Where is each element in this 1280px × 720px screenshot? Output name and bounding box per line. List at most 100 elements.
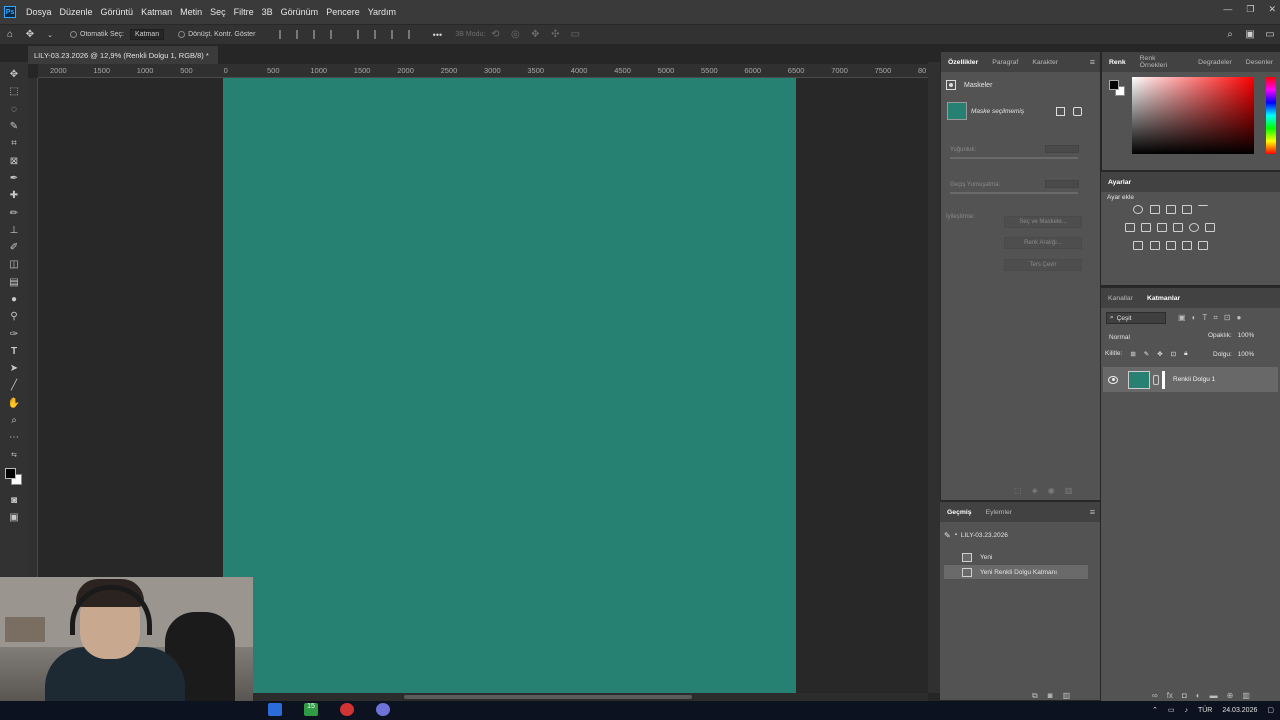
layer-mask-thumbnail[interactable] <box>1162 370 1165 389</box>
tab-channels[interactable]: Kanallar <box>1101 295 1140 302</box>
color-picker-field[interactable] <box>1132 77 1254 154</box>
align-top-icon[interactable] <box>357 30 366 39</box>
app-chat-icon[interactable]: 15 <box>304 703 318 716</box>
path-selection-tool-icon[interactable]: ➤ <box>6 360 22 377</box>
tab-properties[interactable]: Özellikler <box>941 59 985 66</box>
channel-mixer-icon[interactable] <box>1189 223 1199 232</box>
history-brush-tool-icon[interactable]: ✐ <box>6 239 22 256</box>
tab-history[interactable]: Geçmiş <box>940 509 979 516</box>
curves-icon[interactable] <box>1166 205 1176 214</box>
distribute-icon[interactable] <box>330 30 339 39</box>
show-transform-checkbox[interactable] <box>178 31 186 38</box>
notifications-icon[interactable]: ▢ <box>1267 706 1274 714</box>
layer-row[interactable]: Renkli Dolgu 1 <box>1103 367 1278 392</box>
dodge-tool-icon[interactable]: ⚲ <box>6 308 22 325</box>
new-adjustment-icon[interactable]: ◐ <box>1196 691 1201 700</box>
home-icon[interactable]: ⌂ <box>4 29 16 41</box>
lock-position-icon[interactable]: ✥ <box>1157 350 1162 358</box>
type-tool-icon[interactable]: T <box>6 343 22 360</box>
auto-select-checkbox[interactable] <box>70 31 77 38</box>
document-canvas[interactable] <box>223 78 796 693</box>
brightness-icon[interactable] <box>1133 205 1143 214</box>
lasso-tool-icon[interactable]: ◌ <box>6 101 22 118</box>
clone-stamp-tool-icon[interactable]: ⊥ <box>6 222 22 239</box>
horizontal-scrollbar-thumb[interactable] <box>404 695 692 699</box>
history-item-new[interactable]: Yeni <box>944 550 1088 564</box>
menu-edit[interactable]: Düzenle <box>56 7 97 17</box>
quick-mask-icon[interactable]: ◙ <box>6 492 22 509</box>
tab-patterns[interactable]: Desenler <box>1239 59 1280 66</box>
foreground-color-swatch[interactable] <box>1109 80 1119 90</box>
new-document-from-state-icon[interactable]: ⧉ <box>1032 691 1038 701</box>
eraser-tool-icon[interactable]: ◫ <box>6 256 22 273</box>
edit-toolbar-icon[interactable]: ⋯ <box>6 429 22 446</box>
foreground-color-swatch[interactable] <box>5 467 16 479</box>
restore-icon[interactable]: ❐ <box>1246 4 1254 15</box>
close-icon[interactable]: ✕ <box>1268 4 1276 15</box>
threshold-icon[interactable] <box>1166 241 1176 250</box>
share-icon[interactable]: ▭ <box>1264 29 1276 41</box>
lock-all-icon[interactable]: 🔒︎ <box>1184 350 1187 358</box>
history-snapshot[interactable]: ✎ ▪ LILY-03.23.2026 <box>944 528 1094 542</box>
menu-window[interactable]: Pencere <box>322 7 364 17</box>
filter-shape-icon[interactable]: ⌗ <box>1213 313 1218 323</box>
marquee-tool-icon[interactable]: ⬚ <box>6 83 22 100</box>
brush-tool-icon[interactable]: ✏ <box>6 204 22 221</box>
filter-adjustment-icon[interactable]: ◐ <box>1192 313 1197 323</box>
link-chain-icon[interactable] <box>1153 374 1159 385</box>
add-vector-mask-icon[interactable] <box>1073 107 1082 116</box>
menu-file[interactable]: Dosya <box>22 7 56 17</box>
history-item-new-fill-layer[interactable]: Yeni Renkli Dolgu Katmanı <box>944 565 1088 579</box>
invert-icon[interactable] <box>1133 241 1143 250</box>
link-layers-icon[interactable]: ∞ <box>1152 691 1158 700</box>
lock-image-icon[interactable]: ✎ <box>1144 350 1149 358</box>
hand-tool-icon[interactable]: ✋ <box>6 395 22 412</box>
align-bottom-icon[interactable] <box>391 30 400 39</box>
menu-type[interactable]: Metin <box>176 7 206 17</box>
add-pixel-mask-icon[interactable] <box>1056 107 1065 116</box>
layer-style-icon[interactable]: fx <box>1167 691 1173 700</box>
move-tool-icon[interactable]: ✥ <box>6 66 22 83</box>
clock-date[interactable]: 24.03.2026 <box>1222 707 1257 714</box>
frame-tool-icon[interactable]: ⊠ <box>6 152 22 169</box>
tab-adjustments[interactable]: Ayarlar <box>1101 179 1138 186</box>
hue-saturation-icon[interactable] <box>1125 223 1135 232</box>
tab-gradients[interactable]: Degradeler <box>1191 59 1239 66</box>
new-layer-icon[interactable]: ⊕ <box>1227 691 1234 700</box>
exposure-icon[interactable] <box>1182 205 1192 214</box>
auto-select-target-dropdown[interactable]: Katman <box>129 29 165 40</box>
color-swatches[interactable] <box>5 467 23 486</box>
chevron-down-icon[interactable]: ⌄ <box>44 29 56 41</box>
zoom-tool-icon[interactable]: ⌕ <box>6 412 22 429</box>
menu-layer[interactable]: Katman <box>137 7 176 17</box>
align-middle-icon[interactable] <box>374 30 383 39</box>
align-center-icon[interactable] <box>296 30 305 39</box>
menu-help[interactable]: Yardım <box>364 7 400 17</box>
swap-colors-icon[interactable]: ⇆ <box>6 447 22 464</box>
minimize-icon[interactable]: — <box>1223 4 1232 15</box>
layer-name[interactable]: Renkli Dolgu 1 <box>1173 376 1215 383</box>
volume-icon[interactable]: ♪ <box>1184 707 1188 714</box>
lock-transparent-icon[interactable]: ⊞ <box>1130 350 1135 358</box>
menu-view[interactable]: Görünüm <box>277 7 323 17</box>
tab-layers[interactable]: Katmanlar <box>1140 295 1187 302</box>
blend-mode-dropdown[interactable]: Normal <box>1106 331 1206 343</box>
fill-control[interactable]: Dolgu: 100% <box>1213 351 1254 358</box>
panel-dock-scrollbar[interactable] <box>928 62 940 693</box>
levels-icon[interactable] <box>1150 205 1160 214</box>
pen-tool-icon[interactable]: ✑ <box>6 325 22 342</box>
menu-select[interactable]: Seç <box>206 7 230 17</box>
posterize-icon[interactable] <box>1150 241 1160 250</box>
new-snapshot-icon[interactable]: ◙ <box>1048 691 1053 701</box>
tray-overflow-icon[interactable]: ⌃ <box>1152 706 1158 714</box>
color-balance-icon[interactable] <box>1141 223 1151 232</box>
add-mask-icon[interactable]: ◘ <box>1182 691 1187 700</box>
opacity-control[interactable]: Opaklık: 100% <box>1208 332 1254 339</box>
opacity-value[interactable]: 100% <box>1238 332 1255 339</box>
black-white-icon[interactable] <box>1157 223 1167 232</box>
photo-filter-icon[interactable] <box>1173 223 1183 232</box>
crop-tool-icon[interactable]: ⌗ <box>6 135 22 152</box>
workspace-icon[interactable]: ▣ <box>1244 29 1256 41</box>
screen-mode-icon[interactable]: ▣ <box>6 509 22 526</box>
app-discord-icon[interactable] <box>376 703 390 716</box>
